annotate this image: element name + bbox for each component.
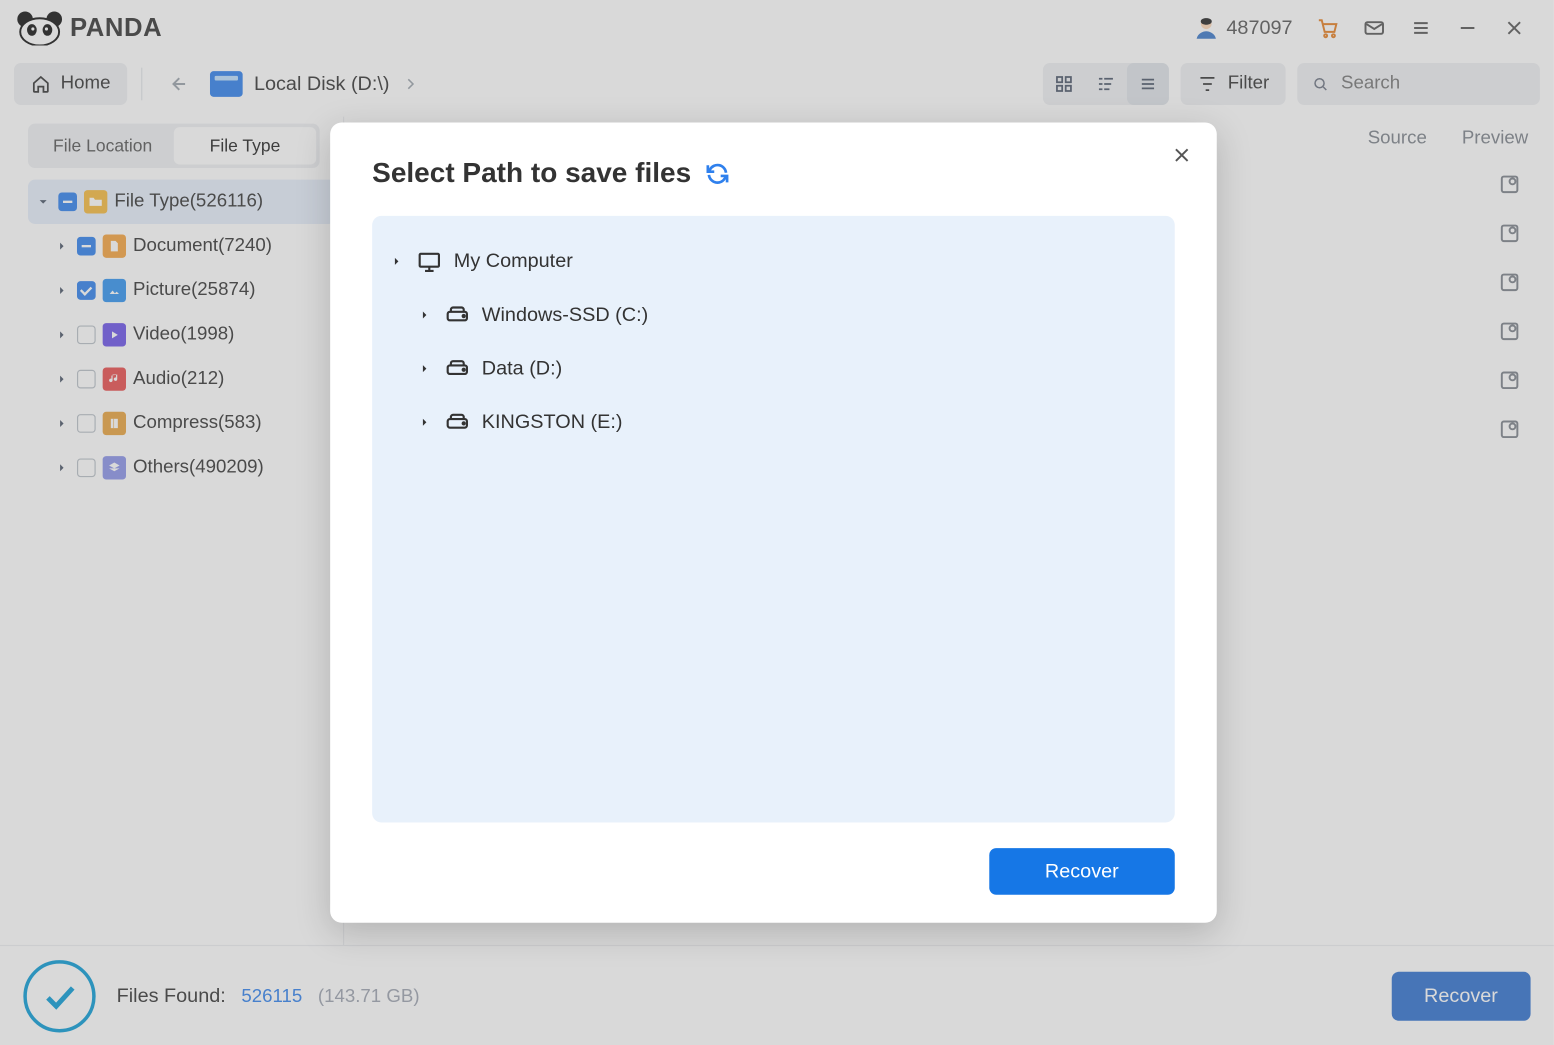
path-label: Windows-SSD (C:): [482, 303, 648, 326]
modal-close-button[interactable]: [1168, 141, 1196, 169]
modal-header: Select Path to save files: [372, 157, 1175, 190]
path-drive-d[interactable]: Data (D:): [388, 342, 1158, 396]
path-label: Data (D:): [482, 357, 562, 380]
caret-right-icon: [416, 414, 432, 430]
refresh-icon: [705, 161, 731, 187]
caret-right-icon: [416, 307, 432, 323]
path-drive-e[interactable]: KINGSTON (E:): [388, 395, 1158, 449]
path-label: KINGSTON (E:): [482, 411, 623, 434]
select-path-modal: Select Path to save files My Computer Wi…: [330, 122, 1217, 922]
caret-right-icon: [388, 253, 404, 269]
computer-icon: [416, 248, 442, 274]
drive-icon: [444, 356, 470, 382]
modal-recover-button[interactable]: Recover: [989, 848, 1175, 895]
path-drive-c[interactable]: Windows-SSD (C:): [388, 288, 1158, 342]
close-icon: [1170, 143, 1193, 166]
app-window: PANDA 487097: [0, 0, 1554, 1045]
drive-icon: [444, 302, 470, 328]
drive-icon: [444, 409, 470, 435]
path-my-computer[interactable]: My Computer: [388, 234, 1158, 288]
modal-title: Select Path to save files: [372, 157, 691, 190]
path-label: My Computer: [454, 250, 573, 273]
path-tree-panel: My Computer Windows-SSD (C:) Data (D:) K…: [372, 216, 1175, 823]
refresh-button[interactable]: [705, 161, 731, 187]
caret-right-icon: [416, 360, 432, 376]
modal-footer: Recover: [372, 848, 1175, 895]
